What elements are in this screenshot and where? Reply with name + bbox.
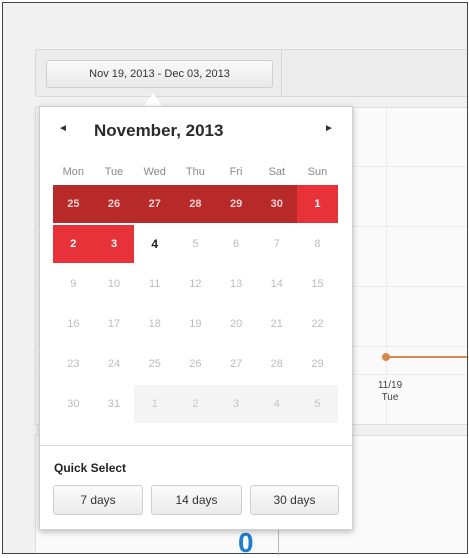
calendar-day: 5 (297, 385, 338, 423)
calendar-day: 23 (67, 358, 80, 370)
calendar-week-row: 234 5 6 7 8 (53, 225, 338, 263)
calendar-day: 19 (189, 318, 202, 330)
axis-tick (278, 530, 279, 555)
weekday-header: Mon Tue Wed Thu Fri Sat Sun (53, 161, 338, 183)
calendar-header: ◄ November, 2013 ► (40, 119, 352, 143)
month-title: November, 2013 (94, 121, 224, 140)
trend-line (386, 356, 467, 358)
calendar-day: 12 (189, 278, 202, 290)
calendar-day[interactable]: 28 (175, 185, 216, 223)
quick-select-30-days-button[interactable]: 30 days (250, 485, 339, 515)
calendar-week-row: 23 24 25 26 27 28 29 (53, 345, 338, 383)
chart-gridline (386, 108, 387, 424)
trend-data-point[interactable] (382, 353, 390, 361)
calendar-day: 14 (270, 278, 283, 290)
calendar-day[interactable]: 29 (215, 185, 257, 223)
calendar-day: 16 (67, 318, 80, 330)
calendar-day: 3 (215, 385, 257, 423)
calendar-day[interactable]: 2 (53, 225, 94, 263)
calendar-day: 29 (311, 358, 324, 370)
x-axis-day: Tue (381, 392, 399, 403)
calendar-week-row: 9 10 11 12 13 14 15 (53, 265, 338, 303)
calendar-day[interactable]: 26 (93, 185, 135, 223)
weekday-sat: Sat (268, 166, 286, 178)
popup-caret (144, 93, 162, 106)
calendar-day: 1 (134, 385, 176, 423)
quick-select-7-days-button[interactable]: 7 days (53, 485, 143, 515)
calendar-day[interactable]: 27 (134, 185, 176, 223)
x-axis-label: 11/19 Tue (370, 380, 410, 404)
toolbar: Nov 19, 2013 - Dec 03, 2013 (35, 49, 467, 97)
calendar-weeks: 25 26 27 28 29 30 1 2 3 4 5 6 7 8 9 10 11 12 13 14 15 16 17 18 1… (53, 185, 338, 423)
prev-month-icon[interactable]: ◄ (58, 123, 68, 134)
calendar-week-row: 16 17 18 19 20 21 22 (53, 305, 338, 343)
weekday-tue: Tue (104, 166, 124, 178)
calendar-day: 9 (70, 278, 77, 290)
calendar-day: 30 (67, 398, 80, 410)
calendar-day[interactable]: 4 (134, 225, 175, 263)
calendar-day: 10 (107, 278, 121, 290)
calendar-day[interactable]: 30 (256, 185, 298, 223)
calendar-day: 28 (270, 358, 283, 370)
calendar-week-row: 25 26 27 28 29 30 1 (53, 185, 338, 223)
calendar-week-row: 30 31 1 2 3 4 5 (53, 385, 338, 423)
calendar-day: 25 (148, 358, 161, 370)
calendar-day: 18 (148, 318, 161, 330)
quick-select-14-days-button[interactable]: 14 days (151, 485, 242, 515)
calendar-day: 26 (189, 358, 202, 370)
calendar-day: 8 (314, 238, 321, 250)
weekday-wed: Wed (143, 166, 166, 178)
calendar-day: 22 (311, 318, 324, 330)
calendar-day: 24 (107, 358, 121, 370)
weekday-fri: Fri (229, 166, 243, 178)
quick-select-divider (40, 445, 352, 446)
calendar-day: 2 (175, 385, 216, 423)
date-range-button[interactable]: Nov 19, 2013 - Dec 03, 2013 (46, 60, 273, 88)
calendar-day: 31 (107, 398, 121, 410)
weekday-thu: Thu (185, 166, 205, 178)
calendar-day: 13 (229, 278, 243, 290)
count-value: 0 (238, 527, 254, 558)
calendar-day[interactable]: 1 (297, 185, 338, 223)
calendar-day: 5 (192, 238, 199, 250)
calendar-day: 7 (273, 238, 280, 250)
date-picker-popup: ◄ November, 2013 ► Mon Tue Wed Thu Fri S… (39, 106, 353, 530)
calendar-day: 15 (311, 278, 324, 290)
weekday-sun: Sun (307, 166, 328, 178)
calendar-day: 27 (229, 358, 243, 370)
calendar-day: 21 (270, 318, 283, 330)
weekday-mon: Mon (62, 166, 85, 178)
toolbar-divider (281, 50, 282, 96)
calendar-day: 20 (229, 318, 243, 330)
calendar-day[interactable]: 25 (53, 185, 94, 223)
calendar-day: 17 (107, 318, 121, 330)
x-axis-date: 11/19 (377, 380, 403, 391)
calendar-day[interactable]: 3 (93, 225, 135, 263)
next-month-icon[interactable]: ► (324, 123, 334, 134)
calendar-day: 6 (233, 238, 240, 250)
calendar-grid: Mon Tue Wed Thu Fri Sat Sun 25 26 27 28 29 30… (53, 161, 338, 423)
calendar-day: 4 (256, 385, 298, 423)
calendar-day: 11 (149, 278, 161, 290)
quick-select-title: Quick Select (54, 461, 127, 475)
